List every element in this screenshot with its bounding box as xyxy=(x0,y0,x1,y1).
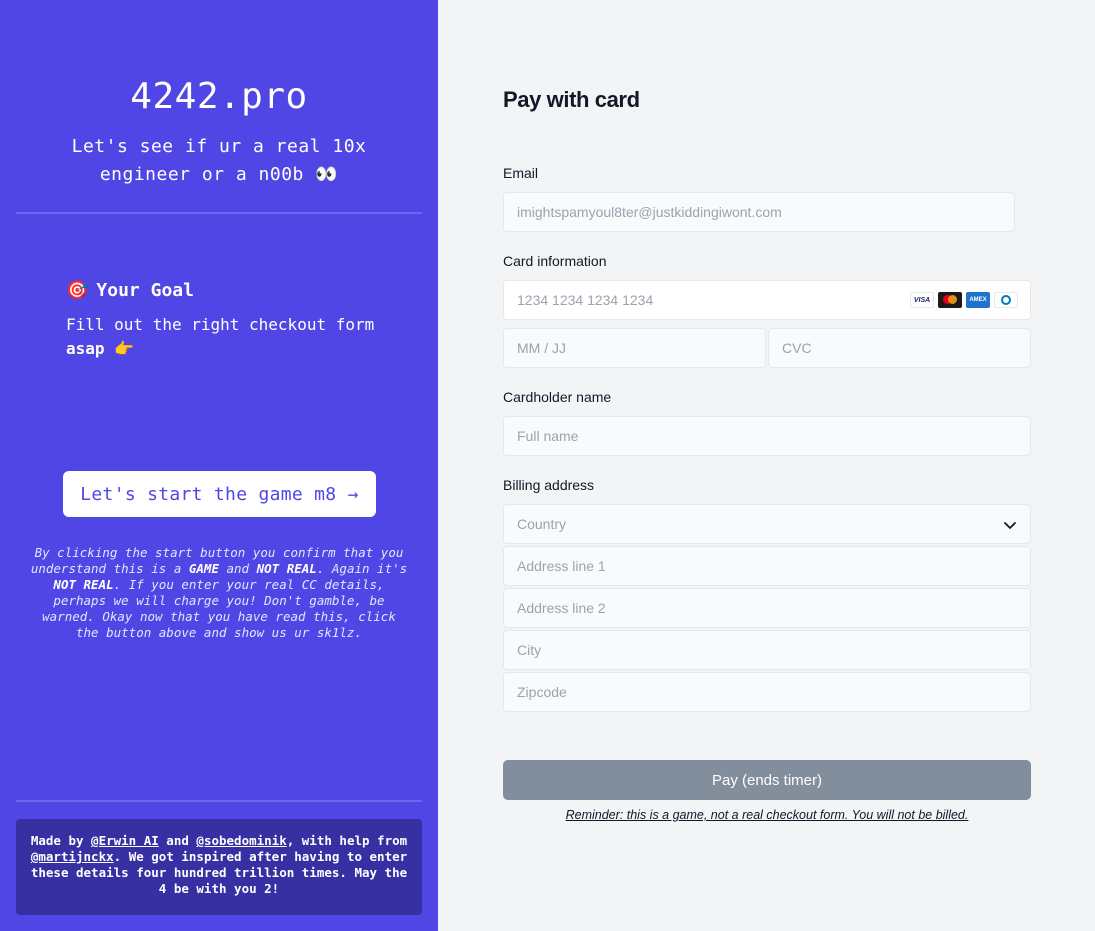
page-title: Pay with card xyxy=(503,87,640,112)
goal-text-suffix: 👉 xyxy=(104,339,135,358)
mastercard-icon xyxy=(938,292,962,308)
chevron-down-icon xyxy=(1004,522,1016,529)
goal-heading: 🎯 Your Goal xyxy=(66,280,386,301)
goal-text-prefix: Fill out the right checkout form xyxy=(66,315,375,334)
city-field[interactable]: City xyxy=(503,630,1031,670)
cardholder-label: Cardholder name xyxy=(503,389,612,405)
divider xyxy=(16,212,422,214)
disclaimer-bold: NOT REAL xyxy=(256,561,317,576)
goal-title: Your Goal xyxy=(96,280,194,301)
cvc-field[interactable]: CVC xyxy=(768,328,1031,368)
divider xyxy=(16,800,422,802)
disclaimer-bold: NOT REAL xyxy=(53,577,114,592)
credits-text: , with help from xyxy=(286,833,408,848)
address-line2-field[interactable]: Address line 2 xyxy=(503,588,1031,628)
disclaimer: By clicking the start button you confirm… xyxy=(30,545,408,641)
email-label: Email xyxy=(503,165,539,181)
country-placeholder: Country xyxy=(517,516,567,532)
goal-section: 🎯 Your Goal Fill out the right checkout … xyxy=(66,280,386,361)
credit-link-martijnckx[interactable]: @martijnckx xyxy=(31,849,114,864)
amex-icon: AMEX xyxy=(966,292,990,308)
expiry-field[interactable]: MM / JJ xyxy=(503,328,766,368)
credits-text: Made by xyxy=(30,833,92,848)
credits-box: Made by @Erwin AI and @sobedominik, with… xyxy=(16,819,422,915)
zipcode-field[interactable]: Zipcode xyxy=(503,672,1031,712)
checkout-panel: Pay with card Email imightspamyoul8ter@j… xyxy=(438,0,1095,931)
card-brand-icons: VISA AMEX xyxy=(910,292,1018,308)
card-number-placeholder: 1234 1234 1234 1234 xyxy=(517,292,654,308)
credits-text: and xyxy=(158,833,197,848)
goal-text: Fill out the right checkout form asap 👉 xyxy=(66,313,386,361)
pay-button[interactable]: Pay (ends timer) xyxy=(503,760,1031,800)
address-line1-field[interactable]: Address line 1 xyxy=(503,546,1031,586)
diners-icon xyxy=(994,292,1018,308)
start-game-button[interactable]: Let's start the game m8 → xyxy=(63,471,376,517)
visa-icon: VISA xyxy=(910,292,934,308)
email-field[interactable]: imightspamyoul8ter@justkiddingiwont.com xyxy=(503,192,1015,232)
cardholder-name-field[interactable]: Full name xyxy=(503,416,1031,456)
brand-title: 4242.pro xyxy=(130,76,308,117)
intro-panel: 4242.pro Let's see if ur a real 10x engi… xyxy=(0,0,438,931)
goal-text-bold: asap xyxy=(66,339,105,358)
reminder-text: Reminder: this is a game, not a real che… xyxy=(565,808,969,822)
billing-label: Billing address xyxy=(503,477,595,493)
target-icon: 🎯 xyxy=(66,280,89,301)
credit-link-sobedominik[interactable]: @sobedominik xyxy=(196,833,286,848)
disclaimer-bold: GAME xyxy=(188,561,219,576)
disclaimer-text: . Again it's xyxy=(316,561,408,576)
card-number-field[interactable]: 1234 1234 1234 1234 VISA AMEX xyxy=(503,280,1031,320)
credit-link-erwin[interactable]: @Erwin AI xyxy=(91,833,159,848)
disclaimer-text: and xyxy=(218,561,257,576)
tagline: Let's see if ur a real 10x engineer or a… xyxy=(71,136,367,185)
card-info-label: Card information xyxy=(503,253,607,269)
country-select[interactable]: Country xyxy=(503,504,1031,544)
